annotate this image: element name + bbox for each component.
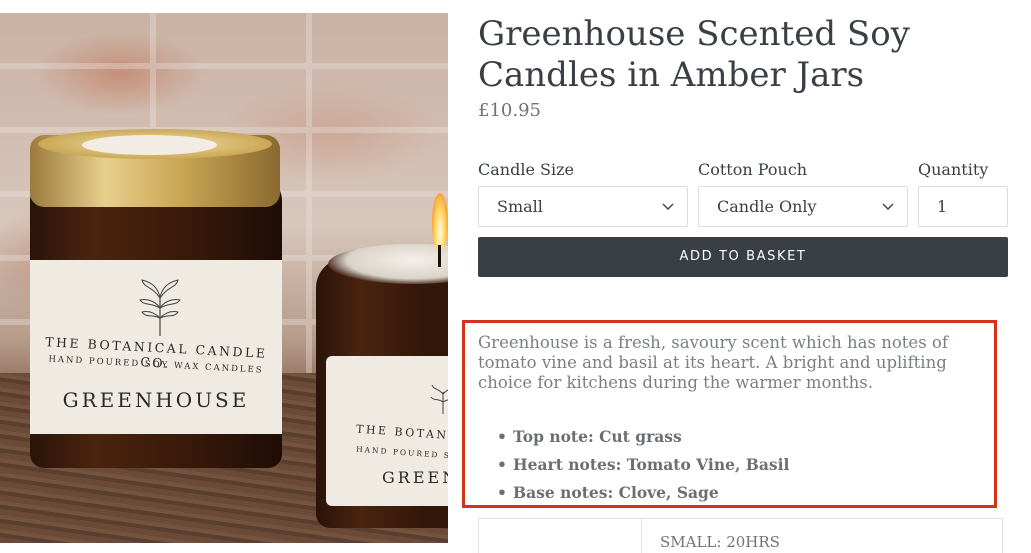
- cotton-pouch-value: Candle Only: [717, 197, 817, 216]
- cotton-pouch-select[interactable]: Candle Only: [698, 186, 908, 227]
- label-brand: THE BOTANI: [355, 422, 448, 443]
- quantity-input[interactable]: 1: [918, 186, 1008, 227]
- candle-size-select[interactable]: Small: [478, 186, 688, 227]
- candle-flame: [432, 193, 448, 249]
- list-item: Heart notes: Tomato Vine, Basil: [497, 451, 789, 479]
- small-jar-label: THE BOTANI HAND POURED S GREEN: [326, 356, 448, 506]
- table-cell: SMALL: 20HRS: [660, 533, 780, 551]
- gold-lid: [30, 129, 280, 207]
- table-divider: [641, 519, 642, 553]
- product-image: THE BOTANICAL CANDLE CO. HAND POURED SOY…: [0, 13, 448, 543]
- burn-time-table: SMALL: 20HRS: [478, 518, 1003, 553]
- botanical-leaf-icon: [430, 384, 448, 414]
- product-description: Greenhouse is a fresh, savoury scent whi…: [478, 333, 948, 392]
- lid-sticker: [82, 135, 217, 155]
- chevron-down-icon: [662, 203, 674, 210]
- botanical-leaf-icon: [139, 279, 181, 336]
- chevron-down-icon: [882, 203, 894, 210]
- scent-notes-list: Top note: Cut grass Heart notes: Tomato …: [497, 423, 789, 507]
- quantity-label: Quantity: [918, 160, 989, 179]
- candle-wick: [438, 245, 441, 267]
- candle-size-label: Candle Size: [478, 160, 574, 179]
- label-subtitle: HAND POURED S: [355, 444, 448, 461]
- product-title: Greenhouse Scented Soy Candles in Amber …: [478, 14, 910, 95]
- add-to-basket-button[interactable]: ADD TO BASKET: [478, 237, 1008, 277]
- jar-label: THE BOTANICAL CANDLE CO. HAND POURED SOY…: [30, 260, 282, 434]
- list-item: Top note: Cut grass: [497, 423, 789, 451]
- label-scent-name: GREEN: [382, 468, 448, 487]
- list-item: Base notes: Clove, Sage: [497, 479, 789, 507]
- product-price: £10.95: [478, 100, 541, 121]
- quantity-value: 1: [937, 197, 948, 216]
- cotton-pouch-label: Cotton Pouch: [698, 160, 808, 179]
- label-scent-name: GREENHOUSE: [62, 388, 250, 412]
- candle-size-value: Small: [497, 197, 543, 216]
